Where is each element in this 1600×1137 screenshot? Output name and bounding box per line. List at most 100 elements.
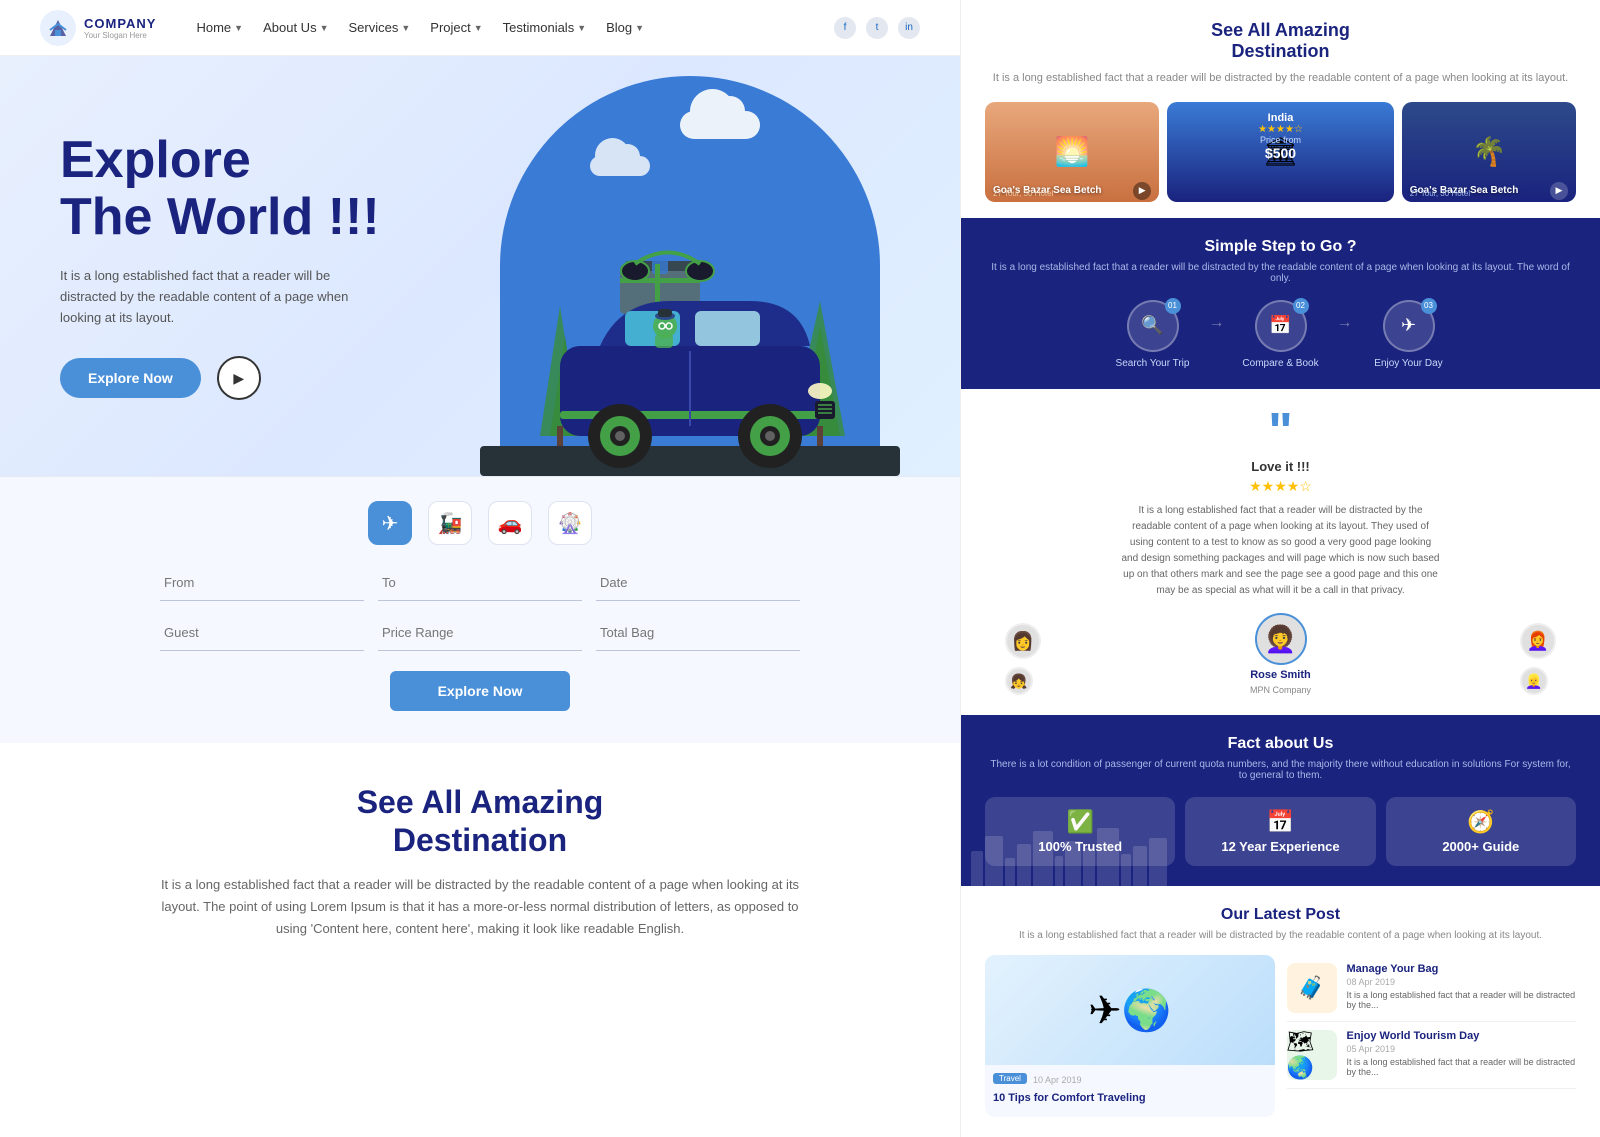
destination-title: See All Amazing Destination [60,783,900,860]
search-fields-row2 [160,615,800,651]
avatars-left: 👩 👧 [1005,623,1041,695]
bldg-11 [1133,846,1147,886]
nav-testimonials[interactable]: Testimonials ▼ [503,20,586,35]
step-2-num: 02 [1293,298,1309,314]
search-section: ✈ 🚂 🚗 🎡 Explore Now [0,476,960,743]
step-2-label: Compare & Book [1242,358,1318,369]
post-1-title: 10 Tips for Comfort Traveling [993,1091,1267,1105]
explore-button[interactable]: Explore Now [60,358,201,398]
to-input[interactable] [378,565,582,601]
tab-car[interactable]: 🚗 [488,501,532,545]
search-btn-wrap: Explore Now [40,671,920,711]
dest-card-3[interactable]: 🌴 Goa's Bazar Sea Betch 27 Tour, 30 Hote… [1402,102,1576,202]
post-1-badge: Travel [993,1073,1027,1084]
hero-title: Explore The World !!! [60,132,380,246]
guest-input[interactable] [160,615,364,651]
bldg-10 [1121,854,1131,886]
nav-blog[interactable]: Blog ▼ [606,20,644,35]
logo[interactable]: COMPANY Your Slogan Here [40,10,156,46]
nav-links: Home ▼ About Us ▼ Services ▼ Project ▼ T… [196,20,834,35]
center-avatar: 👩‍🦱 Rose Smith MPN Company [1250,613,1311,695]
post-2-content: Manage Your Bag 08 Apr 2019 It is a long… [1347,963,1577,1010]
hero-section: Explore The World !!! It is a long estab… [0,56,960,476]
facebook-icon[interactable]: f [834,17,856,39]
step-3-num: 03 [1421,298,1437,314]
tab-attraction[interactable]: 🎡 [548,501,592,545]
right-destination: See All Amazing Destination It is a long… [961,0,1600,218]
car-illustration [480,156,900,476]
dest-card-1-nav: ▶ [1133,182,1151,200]
bldg-1 [971,851,983,886]
post-2-title: Manage Your Bag [1347,963,1577,975]
hero-description: It is a long established fact that a rea… [60,266,360,328]
nav-about[interactable]: About Us ▼ [263,20,328,35]
twitter-icon[interactable]: t [866,17,888,39]
dest-card-1[interactable]: 🌅 Goa's Bazar Sea Betch 27 Tour, 30 Hote… [985,102,1159,202]
post-3-date: 05 Apr 2019 [1347,1044,1577,1054]
right-dest-title: See All Amazing Destination [985,20,1576,62]
price-input[interactable] [378,615,582,651]
avatar-right-1: 👩‍🦰 [1520,623,1556,659]
fact-title: Fact about Us [985,735,1576,753]
post-2-image: 🧳 [1287,963,1337,1013]
chevron-icon: ▼ [234,23,243,33]
post-list: 🧳 Manage Your Bag 08 Apr 2019 It is a lo… [1287,955,1577,1116]
main-panel: COMPANY Your Slogan Here Home ▼ About Us… [0,0,960,1137]
post-1-meta: Travel 10 Apr 2019 [993,1073,1267,1087]
company-name: COMPANY [84,16,156,31]
tagline: Your Slogan Here [84,31,156,40]
dest-card-2[interactable]: 🏛 India ★★★★☆ Price from $500 [1167,102,1394,202]
person-name: Rose Smith [1250,669,1311,681]
city-silhouette [961,826,1600,886]
linkedin-icon[interactable]: in [898,17,920,39]
search-button[interactable]: Explore Now [390,671,571,711]
destination-section: See All Amazing Destination It is a long… [0,743,960,970]
step-1-circle: 🔍 01 [1127,300,1179,352]
bldg-5 [1033,831,1053,886]
testimonial-stars: ★★★★☆ [985,478,1576,495]
dest-card-3-nav: ▶ [1550,182,1568,200]
nav-services[interactable]: Services ▼ [349,20,411,35]
bldg-9 [1097,828,1119,886]
search-tabs: ✈ 🚂 🚗 🎡 [40,501,920,545]
fact-desc: There is a lot condition of passenger of… [985,759,1576,781]
step-3-label: Enjoy Your Day [1374,358,1442,369]
chevron-icon: ▼ [320,23,329,33]
dest-card-2-info: India ★★★★☆ Price from $500 [1258,112,1303,161]
date-input[interactable] [596,565,800,601]
step-arrow-2: → [1337,314,1353,332]
post-list-item-1[interactable]: 🧳 Manage Your Bag 08 Apr 2019 It is a lo… [1287,955,1577,1022]
post-3-title: Enjoy World Tourism Day [1347,1030,1577,1042]
post-card-1[interactable]: ✈🌍 Travel 10 Apr 2019 10 Tips for Comfor… [985,955,1275,1116]
from-input[interactable] [160,565,364,601]
play-button[interactable]: ▶ [217,356,261,400]
right-panel: See All Amazing Destination It is a long… [960,0,1600,1137]
hero-content: Explore The World !!! It is a long estab… [60,132,380,401]
step-1-label: Search Your Trip [1116,358,1190,369]
cloud-1 [680,111,760,139]
quote-icon-wrap: " [985,409,1576,456]
avatar-left-1: 👩 [1005,623,1041,659]
chevron-icon: ▼ [577,23,586,33]
post-1-info: Travel 10 Apr 2019 10 Tips for Comfort T… [985,1065,1275,1116]
quote-icon: " [1268,409,1293,456]
fact-section: Fact about Us There is a lot condition o… [961,715,1600,886]
tab-flight[interactable]: ✈ [368,501,412,545]
post-list-item-2[interactable]: 🗺🌏 Enjoy World Tourism Day 05 Apr 2019 I… [1287,1022,1577,1089]
nav-project[interactable]: Project ▼ [430,20,482,35]
steps-row: 🔍 01 Search Your Trip → 📅 02 Compare & B… [985,300,1576,369]
bldg-12 [1149,838,1167,886]
bag-input[interactable] [596,615,800,651]
step-1-num: 01 [1165,298,1181,314]
tab-train[interactable]: 🚂 [428,501,472,545]
step-arrow-1: → [1209,314,1225,332]
step-2: 📅 02 Compare & Book [1241,300,1321,369]
main-avatar: 👩‍🦱 [1255,613,1307,665]
nav-home[interactable]: Home ▼ [196,20,243,35]
step-desc: It is a long established fact that a rea… [985,262,1576,284]
destination-cards: 🌅 Goa's Bazar Sea Betch 27 Tour, 30 Hote… [985,102,1576,202]
hero-illustration [400,56,960,476]
hero-buttons: Explore Now ▶ [60,356,380,400]
search-fields-row1 [160,565,800,601]
step-2-circle: 📅 02 [1255,300,1307,352]
